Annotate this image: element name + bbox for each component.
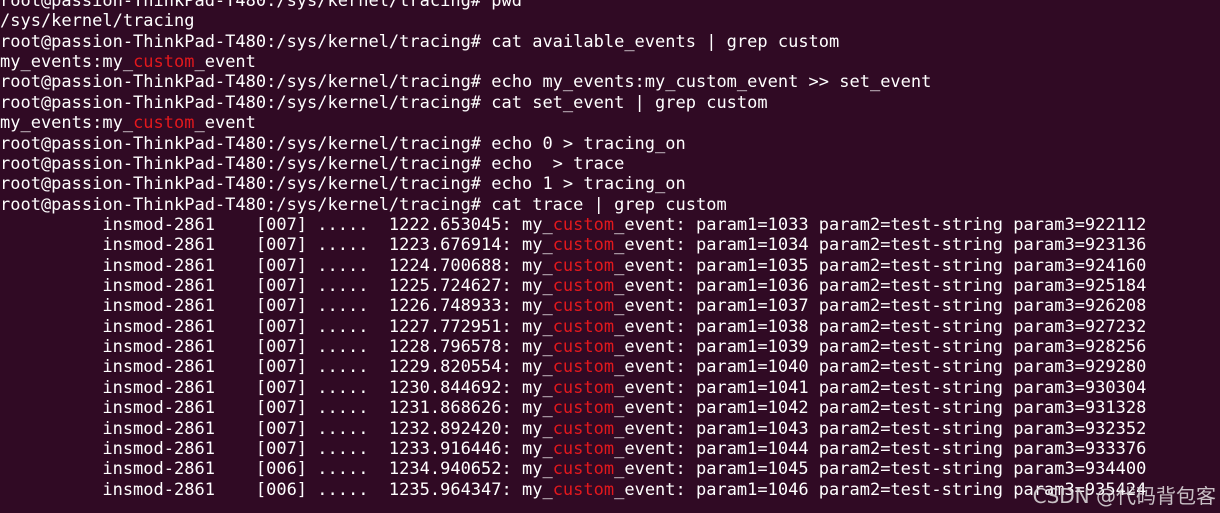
terminal-line: insmod-2861 [007] ..... 1232.892420: my_…	[0, 419, 1220, 439]
terminal-text: insmod-2861 [007] ..... 1232.892420: my_	[0, 418, 553, 439]
terminal-text: insmod-2861 [007] ..... 1222.653045: my_	[0, 214, 553, 235]
terminal-line: my_events:my_custom_event	[0, 52, 1220, 72]
terminal-line: insmod-2861 [007] ..... 1223.676914: my_…	[0, 235, 1220, 255]
terminal-text: my_events:my_	[0, 52, 134, 73]
terminal-line: root@passion-ThinkPad-T480:/sys/kernel/t…	[0, 174, 1220, 194]
grep-match-highlight: custom	[552, 337, 615, 358]
grep-match-highlight: custom	[552, 459, 615, 480]
terminal-text: _event	[194, 52, 256, 73]
terminal-text: _event: param1=1033 param2=test-string p…	[614, 214, 1147, 235]
grep-match-highlight: custom	[133, 52, 195, 73]
terminal-text: root@passion-ThinkPad-T480:/sys/kernel/t…	[0, 133, 686, 154]
terminal-text: _event: param1=1035 param2=test-string p…	[614, 255, 1147, 276]
terminal-text: _event: param1=1034 param2=test-string p…	[614, 235, 1147, 256]
csdn-watermark: CSDN @代码背包客	[1032, 484, 1216, 508]
terminal-text: _event: param1=1037 param2=test-string p…	[614, 296, 1147, 317]
terminal-text: _event: param1=1036 param2=test-string p…	[614, 276, 1147, 297]
terminal-text: insmod-2861 [007] ..... 1225.724627: my_	[0, 276, 553, 297]
terminal-text: root@passion-ThinkPad-T480:/sys/kernel/t…	[0, 72, 932, 93]
terminal-text: root@passion-ThinkPad-T480:/sys/kernel/t…	[0, 31, 840, 52]
terminal-line: insmod-2861 [007] ..... 1225.724627: my_…	[0, 276, 1220, 296]
grep-match-highlight: custom	[552, 235, 615, 256]
terminal-text: root@passion-ThinkPad-T480:/sys/kernel/t…	[0, 153, 625, 174]
grep-match-highlight: custom	[552, 479, 615, 500]
grep-match-highlight: custom	[552, 438, 615, 459]
terminal-text: insmod-2861 [007] ..... 1233.916446: my_	[0, 438, 553, 459]
terminal-text: root@passion-ThinkPad-T480:/sys/kernel/t…	[0, 174, 686, 195]
terminal-text: root@passion-ThinkPad-T480:/sys/kernel/t…	[0, 92, 768, 113]
grep-match-highlight: custom	[552, 276, 615, 297]
grep-match-highlight: custom	[552, 357, 615, 378]
terminal-text: insmod-2861 [007] ..... 1227.772951: my_	[0, 316, 553, 337]
terminal-text: insmod-2861 [007] ..... 1230.844692: my_	[0, 377, 553, 398]
grep-match-highlight: custom	[552, 255, 615, 276]
terminal-line: root@passion-ThinkPad-T480:/sys/kernel/t…	[0, 0, 1220, 11]
grep-match-highlight: custom	[552, 377, 615, 398]
grep-match-highlight: custom	[552, 398, 615, 419]
terminal-line: insmod-2861 [007] ..... 1230.844692: my_…	[0, 378, 1220, 398]
terminal-text: insmod-2861 [007] ..... 1223.676914: my_	[0, 235, 553, 256]
terminal-text: _event: param1=1043 param2=test-string p…	[614, 418, 1147, 439]
terminal-line: root@passion-ThinkPad-T480:/sys/kernel/t…	[0, 195, 1220, 215]
terminal-text: _event: param1=1045 param2=test-string p…	[614, 459, 1147, 480]
terminal-text: insmod-2861 [007] ..... 1231.868626: my_	[0, 398, 553, 419]
terminal-line: insmod-2861 [007] ..... 1229.820554: my_…	[0, 357, 1220, 377]
grep-match-highlight: custom	[552, 296, 615, 317]
terminal-line: insmod-2861 [007] ..... 1226.748933: my_…	[0, 296, 1220, 316]
grep-match-highlight: custom	[552, 214, 615, 235]
terminal-line: /sys/kernel/tracing	[0, 11, 1220, 31]
terminal-text: insmod-2861 [007] ..... 1224.700688: my_	[0, 255, 553, 276]
grep-match-highlight: custom	[552, 418, 615, 439]
grep-match-highlight: custom	[133, 113, 195, 134]
terminal-line: insmod-2861 [007] ..... 1222.653045: my_…	[0, 215, 1220, 235]
terminal-text: insmod-2861 [007] ..... 1226.748933: my_	[0, 296, 553, 317]
terminal-line: insmod-2861 [007] ..... 1228.796578: my_…	[0, 337, 1220, 357]
terminal-line: root@passion-ThinkPad-T480:/sys/kernel/t…	[0, 93, 1220, 113]
terminal-text: insmod-2861 [006] ..... 1235.964347: my_	[0, 479, 553, 500]
terminal-text: _event: param1=1041 param2=test-string p…	[614, 377, 1147, 398]
terminal-text: insmod-2861 [006] ..... 1234.940652: my_	[0, 459, 553, 480]
terminal-text: _event	[194, 113, 256, 134]
terminal-text: _event: param1=1038 param2=test-string p…	[614, 316, 1147, 337]
terminal-line: insmod-2861 [007] ..... 1227.772951: my_…	[0, 317, 1220, 337]
terminal-text: insmod-2861 [007] ..... 1229.820554: my_	[0, 357, 553, 378]
terminal-text: /sys/kernel/tracing	[0, 11, 195, 32]
terminal-line: my_events:my_custom_event	[0, 113, 1220, 133]
terminal-line: insmod-2861 [006] ..... 1234.940652: my_…	[0, 459, 1220, 479]
terminal-line: root@passion-ThinkPad-T480:/sys/kernel/t…	[0, 72, 1220, 92]
terminal-text: _event: param1=1044 param2=test-string p…	[614, 438, 1147, 459]
grep-match-highlight: custom	[552, 316, 615, 337]
terminal-text: root@passion-ThinkPad-T480:/sys/kernel/t…	[0, 194, 727, 215]
terminal-text: root@passion-ThinkPad-T480:/sys/kernel/t…	[0, 0, 522, 11]
terminal-text: _event: param1=1039 param2=test-string p…	[614, 337, 1147, 358]
terminal-line: root@passion-ThinkPad-T480:/sys/kernel/t…	[0, 134, 1220, 154]
terminal-line: root@passion-ThinkPad-T480:/sys/kernel/t…	[0, 32, 1220, 52]
terminal-line: insmod-2861 [007] ..... 1231.868626: my_…	[0, 398, 1220, 418]
terminal-line: insmod-2861 [007] ..... 1233.916446: my_…	[0, 439, 1220, 459]
terminal-line: root@passion-ThinkPad-T480:/sys/kernel/t…	[0, 154, 1220, 174]
terminal-text: my_events:my_	[0, 113, 134, 134]
terminal-output[interactable]: root@passion-ThinkPad-T480:/sys/kernel/t…	[0, 0, 1220, 513]
terminal-text: _event: param1=1040 param2=test-string p…	[614, 357, 1147, 378]
terminal-text: insmod-2861 [007] ..... 1228.796578: my_	[0, 337, 553, 358]
terminal-text: _event: param1=1042 param2=test-string p…	[614, 398, 1147, 419]
terminal-line: insmod-2861 [007] ..... 1224.700688: my_…	[0, 256, 1220, 276]
